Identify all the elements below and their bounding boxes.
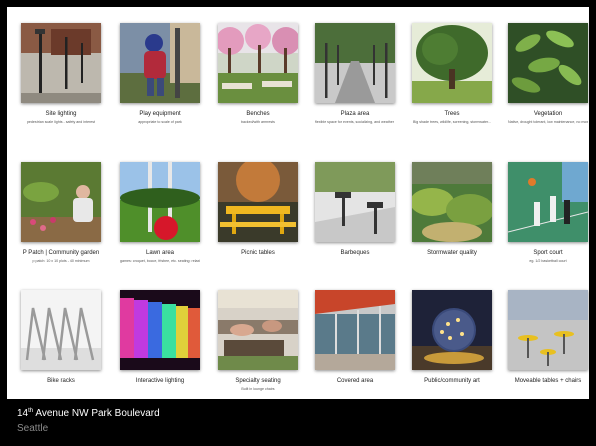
amenity-tile: Covered area	[315, 290, 395, 385]
amenity-tile: Play equipment appropriate to scale of pa…	[120, 23, 200, 124]
footer-title: 14th Avenue NW Park Boulevard	[17, 408, 160, 419]
amenity-title: Covered area	[336, 378, 374, 384]
amenity-tile: P Patch | Community garden p patch: 10 x …	[21, 162, 101, 263]
community-garden-photo	[21, 162, 101, 242]
amenity-title: Benches	[246, 111, 270, 117]
amenity-subtitle: Built in lounge chairs	[241, 387, 275, 391]
amenity-title: Plaza area	[340, 111, 370, 117]
amenity-subtitle: appropriate to scale of park	[138, 120, 182, 124]
amenity-tile: Trees Big shade trees, wildlife, screenin…	[412, 23, 492, 124]
amenity-subtitle: pedestrian scale lights - safety and int…	[26, 120, 96, 124]
amenity-title: Site lighting	[45, 111, 77, 117]
lounge-chairs-photo	[218, 290, 298, 370]
amenity-tile: Stormwater quality	[412, 162, 492, 257]
child-play-photo	[120, 23, 200, 103]
amenity-tile: Benches backed/with armrests	[218, 23, 298, 124]
bistro-tables-photo	[508, 290, 588, 370]
amenity-subtitle: Native, drought tolerant, low maintenanc…	[508, 120, 588, 124]
amenity-tile: Lawn area games: croquet, bocce, frisbee,…	[120, 162, 200, 263]
amenity-title: Specialty seating	[235, 378, 281, 384]
tree-lined-plaza-photo	[315, 23, 395, 103]
amenity-tile: Public/community art	[412, 290, 492, 385]
shade-tree-photo	[412, 23, 492, 103]
covered-walkway-photo	[315, 290, 395, 370]
amenity-subtitle: flexible space for events, socializing, …	[315, 120, 395, 124]
picnic-table-photo	[218, 162, 298, 242]
amenity-tile: Bike racks	[21, 290, 101, 385]
amenity-title: Lawn area	[145, 250, 175, 256]
amenity-title: Sport court	[533, 250, 563, 256]
amenity-title: Play equipment	[139, 111, 181, 117]
amenity-title: Public/community art	[424, 378, 480, 384]
amenity-title: P Patch | Community garden	[22, 250, 100, 256]
street-lamps-photo	[21, 23, 101, 103]
amenity-title: Moveable tables + chairs	[514, 378, 582, 384]
amenity-title: Trees	[444, 111, 460, 117]
footer-subtitle: Seattle	[17, 423, 49, 434]
amenity-title: Picnic tables	[241, 250, 275, 256]
barbeque-grills-photo	[315, 162, 395, 242]
lawn-ball-photo	[120, 162, 200, 242]
amenity-title: Bike racks	[47, 378, 75, 384]
amenity-title: Interactive lighting	[135, 378, 185, 384]
amenity-title: Stormwater quality	[427, 250, 477, 256]
amenity-title: Vegetation	[533, 111, 563, 117]
amenity-title: Barbeques	[340, 250, 370, 256]
amenity-subtitle: Big shade trees, wildlife, screening, st…	[413, 120, 491, 124]
amenity-subtitle: games: croquet, bocce, frisbee, etc. sea…	[120, 259, 200, 263]
amenity-tile: Moveable tables + chairs	[508, 290, 588, 385]
fern-foliage-photo	[508, 23, 588, 103]
amenity-subtitle: p patch: 10 x 10 plots - 40 minimum	[32, 259, 90, 263]
glowing-sphere-art-photo	[412, 290, 492, 370]
colored-light-wall-photo	[120, 290, 200, 370]
basketball-court-photo	[508, 162, 588, 242]
footer-bar: 14th Avenue NW Park Boulevard Seattle	[0, 399, 596, 446]
amenity-tile: Picnic tables	[218, 162, 298, 257]
slide-canvas: Site lighting pedestrian scale lights - s…	[7, 7, 589, 399]
amenity-tile: Site lighting pedestrian scale lights - s…	[21, 23, 101, 124]
amenity-subtitle: eg. 1/2 basketball court	[529, 259, 567, 263]
bike-rack-photo	[21, 290, 101, 370]
amenity-tile: Sport court eg. 1/2 basketball court	[508, 162, 588, 263]
amenity-tile: Barbeques	[315, 162, 395, 257]
amenity-tile: Plaza area flexible space for events, soc…	[315, 23, 395, 124]
amenity-tile: Specialty seating Built in lounge chairs	[218, 290, 298, 391]
amenity-subtitle: backed/with armrests	[241, 120, 275, 124]
rain-garden-photo	[412, 162, 492, 242]
amenity-tile: Interactive lighting	[120, 290, 200, 385]
park-benches-photo	[218, 23, 298, 103]
amenity-tile: Vegetation Native, drought tolerant, low …	[508, 23, 588, 124]
